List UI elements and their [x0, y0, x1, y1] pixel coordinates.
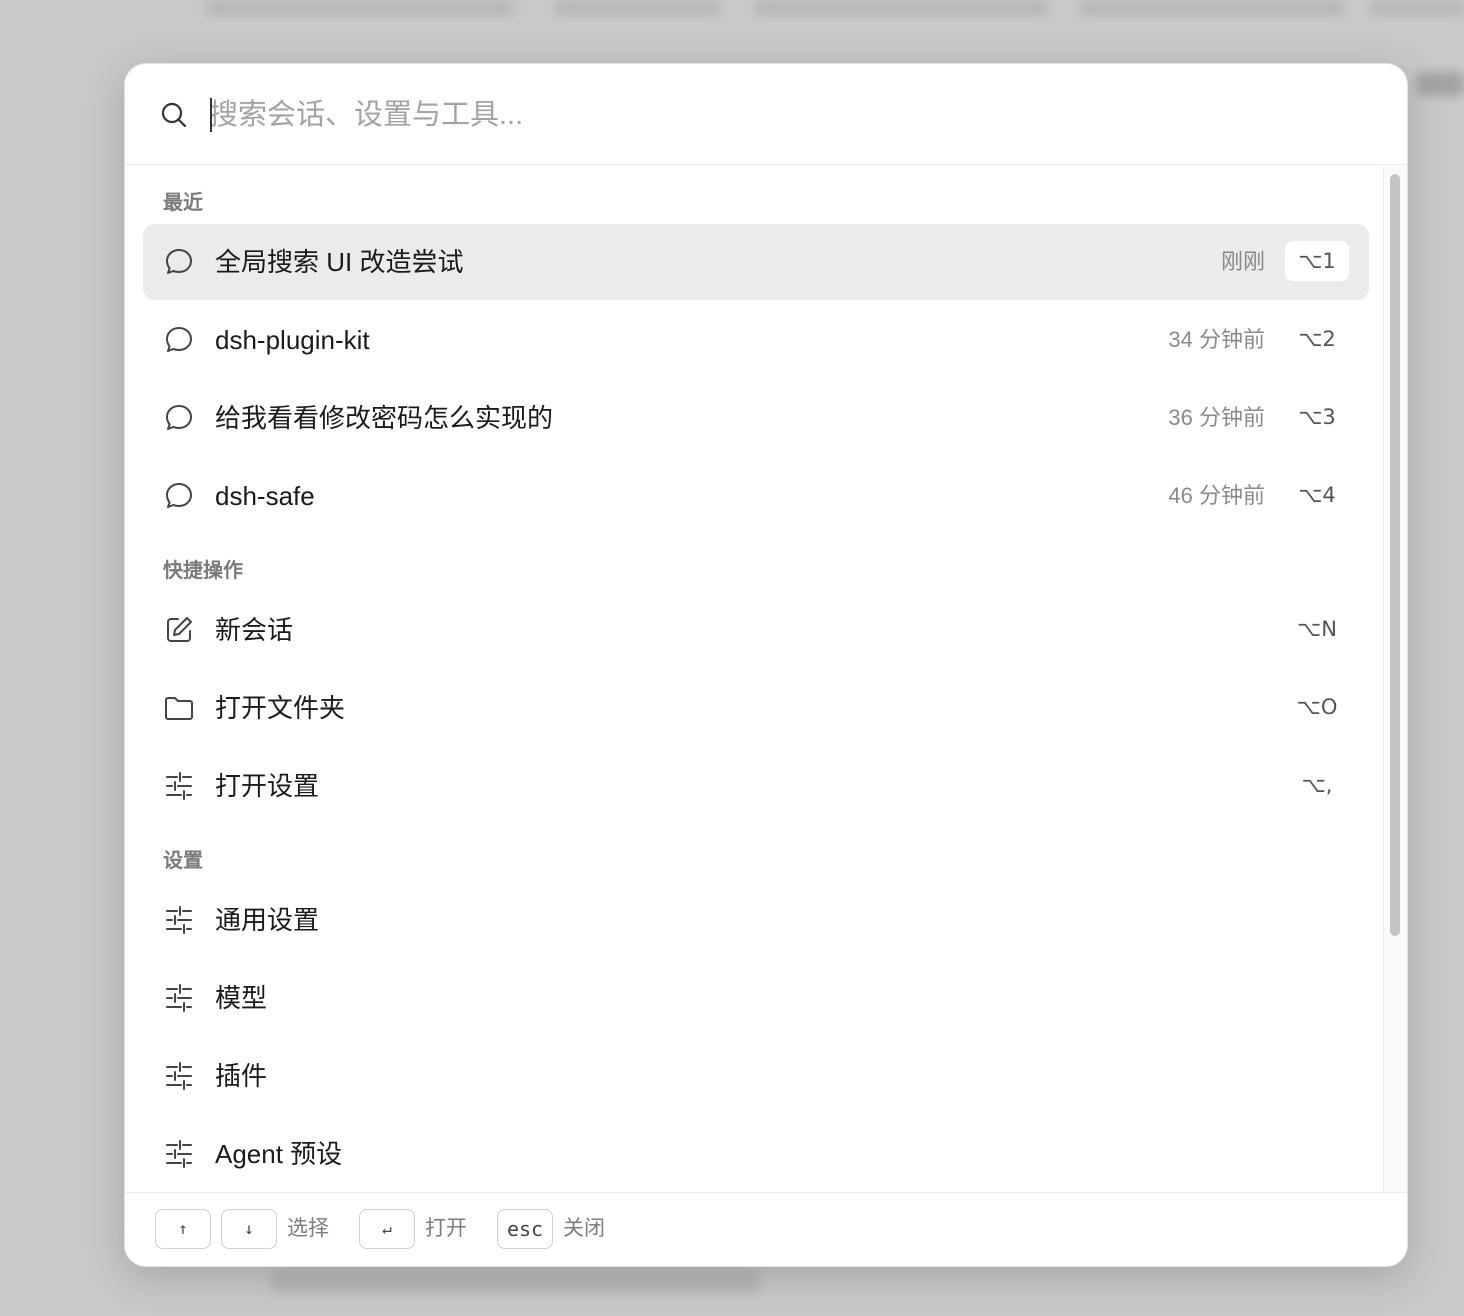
background-blur	[1370, 0, 1464, 16]
chat-bubble-icon	[163, 402, 195, 434]
recent-item[interactable]: dsh-safe 46 分钟前 ⌥4	[143, 458, 1369, 534]
command-palette: 最近 全局搜索 UI 改造尝试 刚刚 ⌥1 dsh-plugin-kit 34 …	[124, 63, 1408, 1267]
recent-item-label: dsh-safe	[215, 481, 315, 511]
folder-icon	[163, 692, 195, 724]
quick-action-label: 新会话	[215, 615, 294, 645]
recent-item-time: 刚刚	[1220, 249, 1265, 274]
text-cursor	[210, 98, 212, 132]
search-icon	[160, 101, 188, 129]
sliders-icon	[163, 982, 195, 1014]
settings-item-plugins[interactable]: 插件	[143, 1038, 1369, 1114]
quick-action-open-settings[interactable]: 打开设置 ⌥,	[143, 748, 1369, 824]
down-arrow-key: ↓	[221, 1209, 277, 1249]
recent-item-time: 36 分钟前	[1168, 405, 1265, 430]
shortcut-badge: ⌥,	[1301, 773, 1333, 797]
settings-item-label: Agent 预设	[215, 1139, 343, 1169]
section-title-quick: 快捷操作	[163, 560, 243, 582]
section-title-settings: 设置	[163, 850, 203, 872]
up-arrow-key: ↑	[155, 1209, 211, 1249]
shortcut-badge: ⌥3	[1298, 405, 1336, 429]
recent-item[interactable]: 给我看看修改密码怎么实现的 36 分钟前 ⌥3	[143, 380, 1369, 456]
chat-bubble-icon	[163, 246, 195, 278]
quick-action-label: 打开设置	[215, 771, 320, 801]
background-blur	[1416, 72, 1464, 96]
background-blur	[555, 0, 720, 16]
recent-item[interactable]: dsh-plugin-kit 34 分钟前 ⌥2	[143, 302, 1369, 378]
shortcut-badge: ⌥4	[1298, 483, 1336, 507]
shortcut-badge: ⌥N	[1297, 617, 1337, 641]
search-bar	[125, 64, 1407, 165]
recent-item-label: 全局搜索 UI 改造尝试	[215, 247, 464, 277]
search-input[interactable]	[209, 92, 1359, 138]
footer-hints: ↑ ↓ 选择 ↵ 打开 esc 关闭	[125, 1192, 1407, 1266]
sliders-icon	[163, 1138, 195, 1170]
recent-item-time: 34 分钟前	[1168, 327, 1265, 352]
open-hint: 打开	[425, 1217, 467, 1240]
recent-item-time: 46 分钟前	[1168, 483, 1265, 508]
scrollbar-thumb[interactable]	[1390, 174, 1400, 936]
close-hint: 关闭	[563, 1217, 605, 1240]
quick-action-label: 打开文件夹	[215, 693, 346, 723]
chat-bubble-icon	[163, 480, 195, 512]
settings-item-label: 通用设置	[215, 905, 320, 935]
section-title-recent: 最近	[163, 192, 203, 214]
settings-item-label: 插件	[215, 1061, 268, 1091]
recent-item[interactable]: 全局搜索 UI 改造尝试 刚刚 ⌥1	[143, 224, 1369, 300]
quick-action-open-folder[interactable]: 打开文件夹 ⌥O	[143, 670, 1369, 746]
settings-item-agent-presets[interactable]: Agent 预设	[143, 1116, 1369, 1192]
settings-item-general[interactable]: 通用设置	[143, 882, 1369, 958]
background-blur	[1080, 0, 1345, 16]
sliders-icon	[163, 904, 195, 936]
results-list: 最近 全局搜索 UI 改造尝试 刚刚 ⌥1 dsh-plugin-kit 34 …	[125, 166, 1385, 1192]
recent-item-label: dsh-plugin-kit	[215, 325, 370, 355]
enter-key: ↵	[359, 1209, 415, 1249]
settings-item-label: 模型	[215, 983, 268, 1013]
scrollbar[interactable]	[1383, 166, 1407, 1192]
sliders-icon	[163, 770, 195, 802]
shortcut-badge: ⌥1	[1285, 241, 1349, 281]
sliders-icon	[163, 1060, 195, 1092]
esc-key: esc	[497, 1209, 553, 1249]
settings-item-models[interactable]: 模型	[143, 960, 1369, 1036]
recent-item-label: 给我看看修改密码怎么实现的	[215, 403, 554, 433]
chat-bubble-icon	[163, 324, 195, 356]
shortcut-badge: ⌥O	[1296, 695, 1338, 719]
select-hint: 选择	[287, 1217, 329, 1240]
background-blur	[270, 1270, 760, 1292]
shortcut-badge: ⌥2	[1298, 327, 1336, 351]
quick-action-new-chat[interactable]: 新会话 ⌥N	[143, 592, 1369, 668]
background-blur	[205, 0, 515, 16]
background-blur	[755, 0, 1050, 16]
edit-icon	[163, 614, 195, 646]
